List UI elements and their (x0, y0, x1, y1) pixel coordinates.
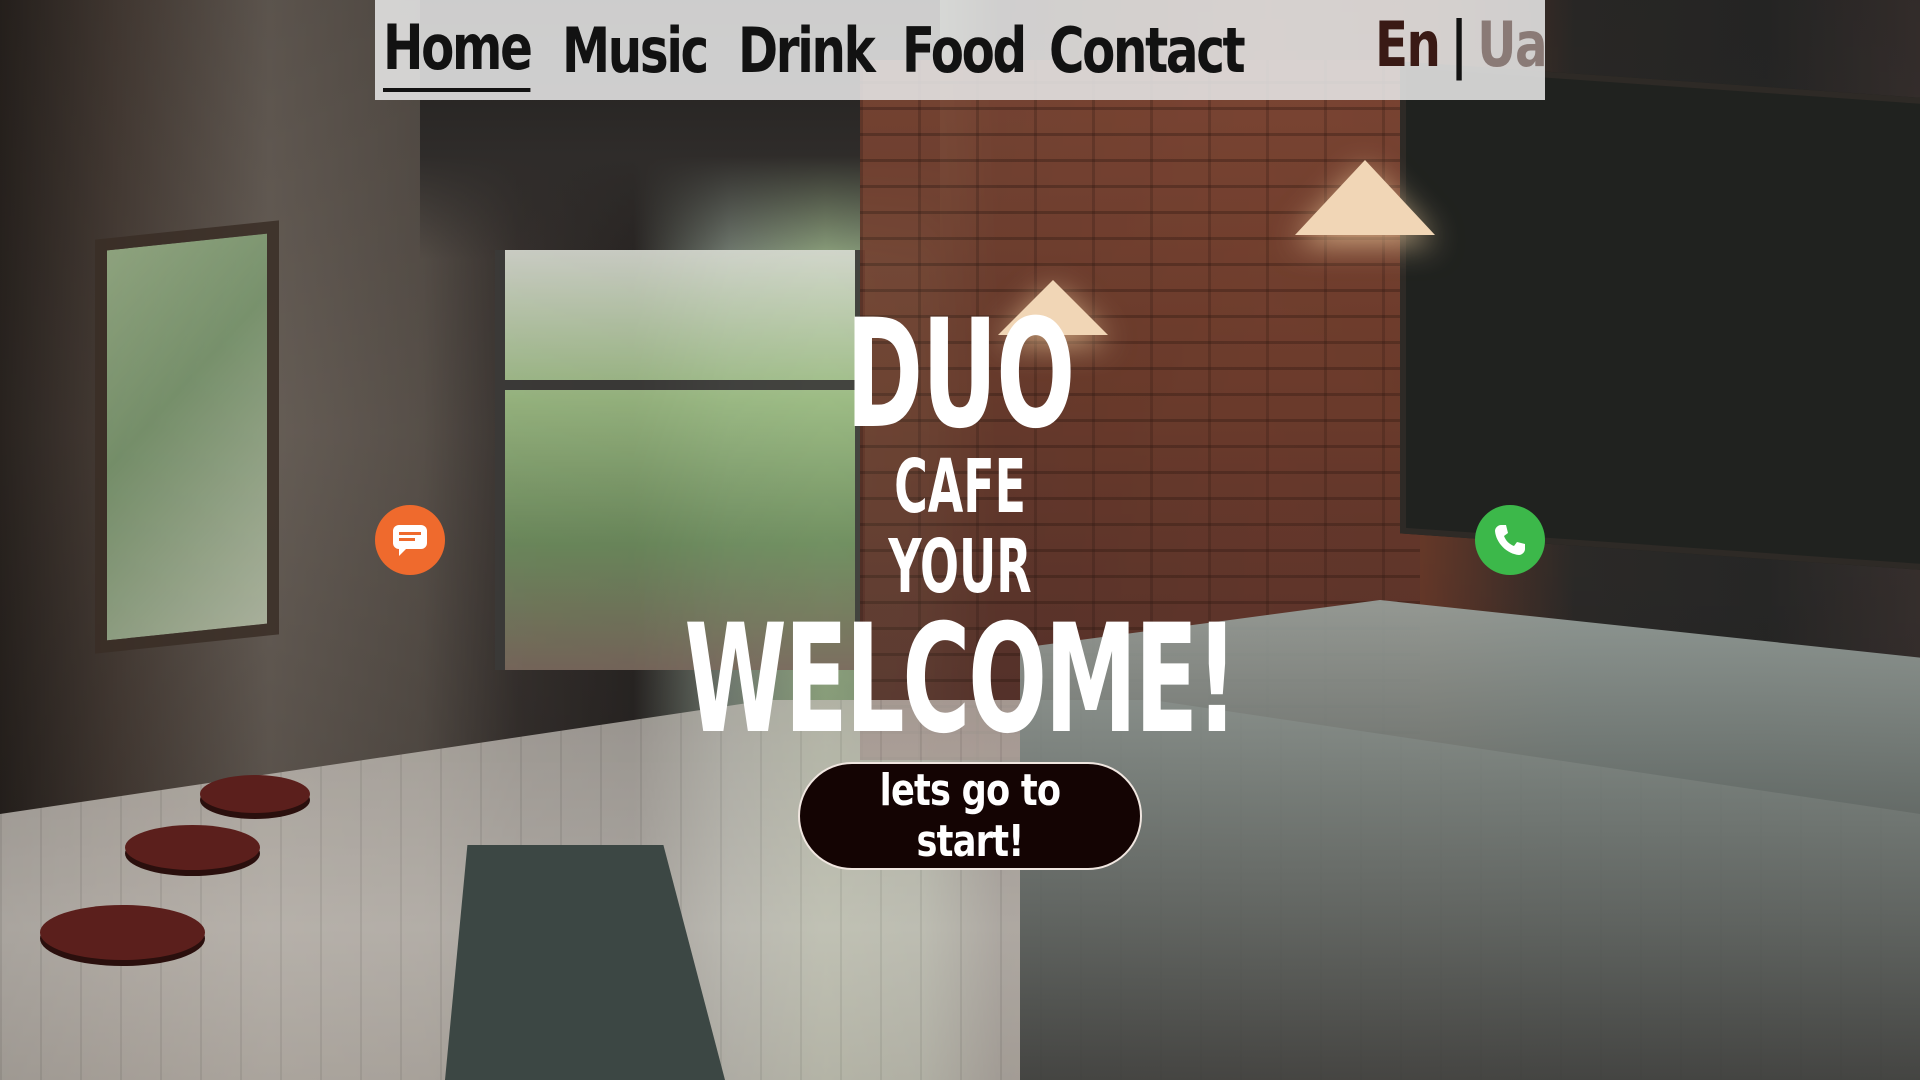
lang-ua-option[interactable]: Ua (1477, 8, 1547, 81)
bar-stool (40, 905, 205, 960)
nav-food-link[interactable]: Food (902, 14, 1027, 87)
nav-menu: Home Music Drink Food Contact (383, 8, 1323, 92)
lang-en-option[interactable]: En (1375, 8, 1441, 81)
pendant-lamp (1295, 160, 1435, 235)
hero-brand-name: DUO (845, 288, 1075, 462)
bar-stool (200, 775, 310, 813)
top-navigation: Home Music Drink Food Contact En | Ua (375, 0, 1548, 100)
hero-welcome-line: WELCOME! (684, 593, 1238, 767)
page: Home Music Drink Food Contact En | Ua DU… (0, 0, 1920, 1080)
language-switcher: En | Ua (1375, 8, 1548, 81)
nav-home-link[interactable]: Home (383, 8, 533, 92)
nav-music-link[interactable]: Music (562, 14, 709, 87)
hero-brand-subtitle: CAFE (894, 444, 1026, 530)
nav-drink-link[interactable]: Drink (738, 14, 876, 87)
wall-mirror (95, 220, 279, 654)
start-button[interactable]: lets go to start! (798, 762, 1142, 870)
nav-contact-link[interactable]: Contact (1049, 14, 1246, 87)
lang-separator: | (1450, 8, 1468, 81)
bar-stool (125, 825, 260, 870)
start-button-label: lets go to start! (879, 765, 1061, 867)
